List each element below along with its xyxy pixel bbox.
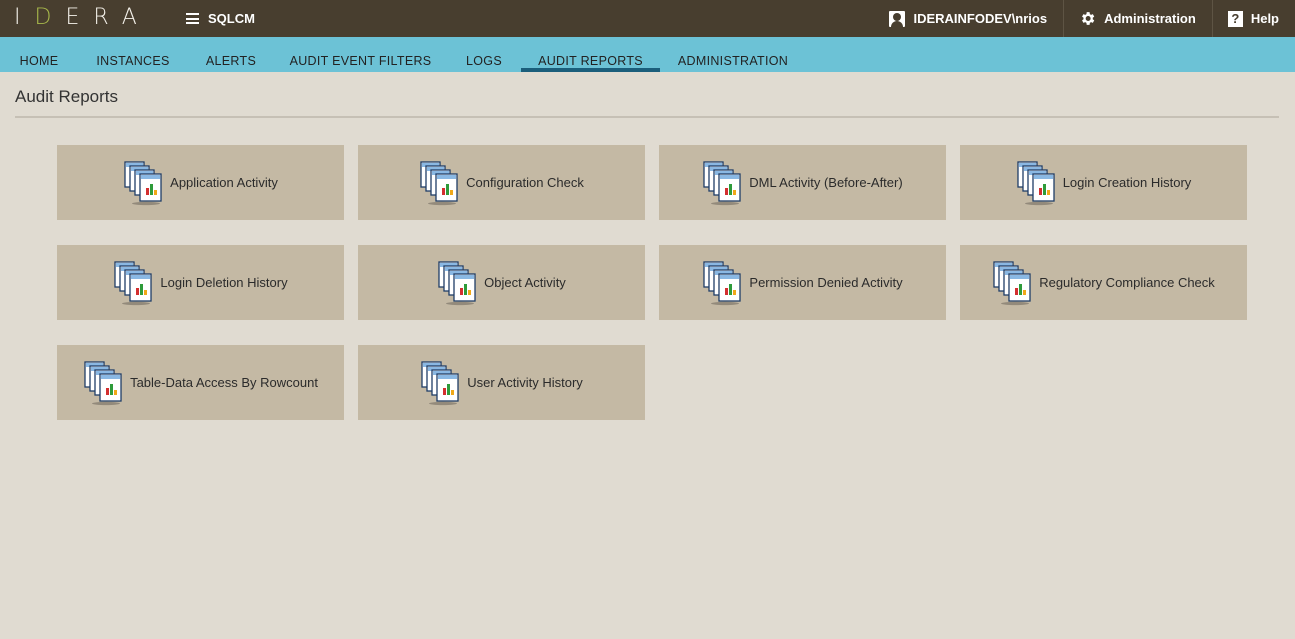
report-stack-icon	[1017, 160, 1055, 206]
help-menu[interactable]: ? Help	[1211, 0, 1295, 37]
tab-home[interactable]: HOME	[0, 37, 78, 72]
gear-icon	[1082, 12, 1095, 25]
report-stack-icon	[703, 160, 741, 206]
report-stack-icon	[993, 260, 1031, 306]
report-tile-table-data-access[interactable]: Table-Data Access By Rowcount	[57, 345, 344, 420]
top-right-menu: IDERAINFODEV\nrios Administration ? Help	[889, 0, 1295, 37]
report-label: Login Creation History	[1062, 175, 1192, 190]
tab-alerts[interactable]: ALERTS	[188, 37, 274, 72]
report-label: Configuration Check	[466, 175, 584, 190]
report-tile-permission-denied-activity[interactable]: Permission Denied Activity	[659, 245, 946, 320]
report-label: Application Activity	[170, 175, 278, 190]
report-label: Object Activity	[484, 275, 566, 290]
report-tile-configuration-check[interactable]: Configuration Check	[358, 145, 645, 220]
report-stack-icon	[84, 360, 122, 406]
logo-text-right: ERA	[65, 4, 151, 30]
tab-logs[interactable]: LOGS	[447, 37, 521, 72]
tab-audit-event-filters[interactable]: AUDIT EVENT FILTERS	[274, 37, 447, 72]
report-label: User Activity History	[467, 375, 583, 390]
logo-text-accent: D	[34, 4, 66, 30]
user-icon	[889, 10, 906, 27]
user-menu[interactable]: IDERAINFODEV\nrios	[889, 0, 1063, 37]
report-stack-icon	[703, 260, 742, 306]
report-label: Table-Data Access By Rowcount	[130, 375, 318, 390]
help-label: Help	[1250, 11, 1279, 26]
report-tile-login-creation-history[interactable]: Login Creation History	[960, 145, 1247, 220]
top-bar: I D ERA SQLCM IDERAINFODEV\nrios Administr…	[0, 0, 1295, 37]
product-menu-button[interactable]: SQLCM	[186, 0, 255, 37]
main-nav: HOME INSTANCES ALERTS AUDIT EVENT FILTER…	[0, 37, 1295, 72]
idera-logo[interactable]: I D ERA	[14, 4, 151, 30]
report-tile-user-activity-history[interactable]: User Activity History	[358, 345, 645, 420]
report-tile-application-activity[interactable]: Application Activity	[57, 145, 344, 220]
product-name: SQLCM	[208, 11, 255, 26]
report-label: Permission Denied Activity	[749, 275, 903, 290]
report-tile-regulatory-compliance-check[interactable]: Regulatory Compliance Check	[960, 245, 1247, 320]
administration-menu[interactable]: Administration	[1063, 0, 1212, 37]
page-title: Audit Reports	[15, 87, 118, 106]
logo-text-left: I	[14, 4, 35, 30]
tab-audit-reports[interactable]: AUDIT REPORTS	[521, 37, 660, 72]
hamburger-menu-icon	[186, 13, 199, 24]
report-tile-login-deletion-history[interactable]: Login Deletion History	[57, 245, 344, 320]
report-stack-icon	[124, 160, 162, 206]
report-tile-object-activity[interactable]: Object Activity	[358, 245, 645, 320]
report-stack-icon	[421, 360, 459, 406]
report-stack-icon	[420, 160, 458, 206]
tab-administration[interactable]: ADMINISTRATION	[660, 37, 806, 72]
report-label: Regulatory Compliance Check	[1039, 275, 1215, 290]
title-divider	[15, 116, 1279, 118]
report-label: Login Deletion History	[160, 275, 288, 290]
report-label: DML Activity (Before-After)	[749, 175, 903, 190]
help-icon: ?	[1227, 10, 1243, 27]
user-name: IDERAINFODEV\nrios	[913, 11, 1048, 26]
tab-instances[interactable]: INSTANCES	[78, 37, 188, 72]
report-tile-dml-activity[interactable]: DML Activity (Before-After)	[659, 145, 946, 220]
administration-label: Administration	[1104, 11, 1196, 26]
report-stack-icon	[438, 260, 476, 306]
report-stack-icon	[114, 260, 153, 306]
